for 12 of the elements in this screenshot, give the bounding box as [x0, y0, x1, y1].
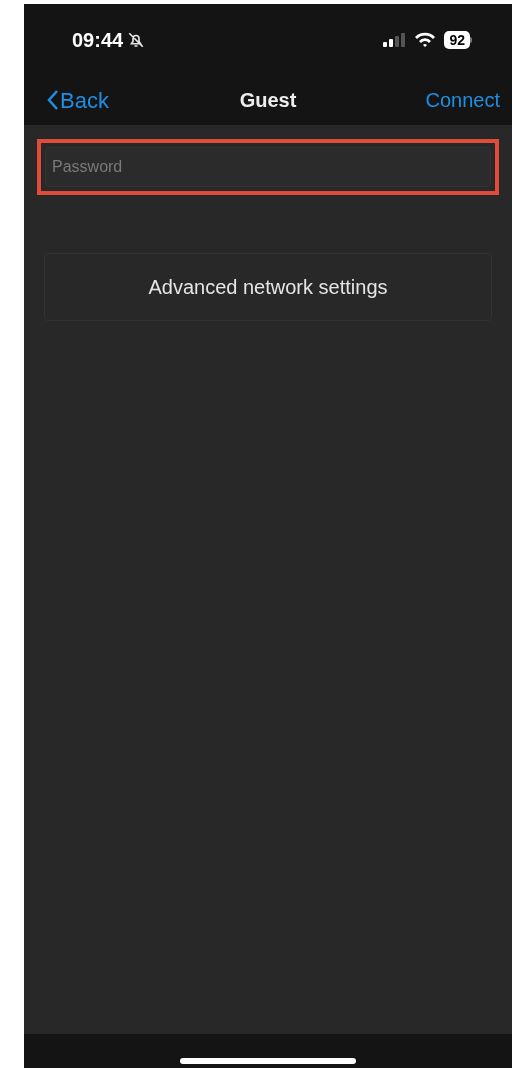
- signal-icon: [382, 31, 407, 48]
- muted-bell-icon: [127, 30, 146, 49]
- advanced-settings-button[interactable]: Advanced network settings: [44, 253, 492, 321]
- password-field[interactable]: Password: [45, 147, 491, 187]
- back-button[interactable]: Back: [46, 83, 109, 117]
- wifi-icon: [414, 31, 437, 48]
- clock-text: 09:44: [72, 27, 124, 53]
- screen-title: Guest: [239, 88, 297, 113]
- battery-indicator: 92: [444, 30, 470, 49]
- home-indicator[interactable]: [180, 1058, 356, 1064]
- chevron-left-icon: [46, 89, 60, 111]
- connect-button[interactable]: Connect: [425, 85, 500, 115]
